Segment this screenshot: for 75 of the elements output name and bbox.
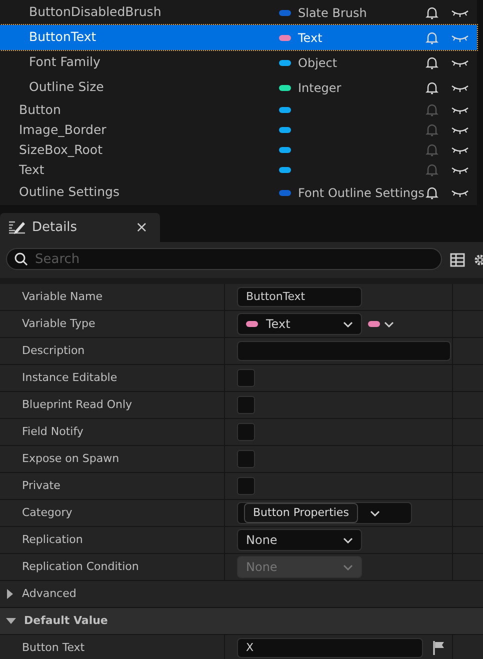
closed-eye-icon[interactable] [451, 145, 469, 155]
dropdown: None [237, 556, 362, 578]
property-label: Blueprint Read Only [0, 392, 225, 418]
checkbox[interactable] [237, 423, 255, 441]
checkbox[interactable] [237, 396, 255, 414]
type-name: Text [298, 30, 322, 46]
variable-name: Outline Size [29, 78, 105, 96]
closed-eye-icon[interactable] [451, 105, 469, 115]
property-label: Expose on Spawn [0, 446, 225, 472]
variable-row[interactable]: SizeBox_Root [0, 140, 477, 160]
property-label: Variable Type [0, 311, 225, 337]
section-title: Advanced [22, 586, 76, 602]
pencil-list-icon [8, 220, 26, 235]
collapsed-arrow-icon [6, 589, 14, 599]
variable-row[interactable]: Outline Size Integer [0, 75, 477, 100]
chevron-icon [384, 320, 394, 328]
tab-title: Details [32, 218, 78, 237]
property-label: Variable Name [0, 284, 225, 310]
text-field[interactable]: X [237, 638, 423, 658]
property-label: Replication Condition [0, 554, 225, 580]
type-name: Font Outline Settings [298, 184, 424, 202]
details-tab[interactable]: Details × [0, 213, 160, 242]
type-name: Slate Brush [298, 4, 367, 22]
section-header[interactable]: Default Value [0, 608, 483, 635]
property-label: Description [0, 338, 225, 364]
text-field[interactable] [237, 341, 451, 361]
variable-name: Image_Border [19, 120, 108, 139]
property-label: Private [0, 473, 225, 499]
variable-row[interactable]: Font Family Object [0, 50, 477, 75]
variable-name: Outline Settings [19, 183, 120, 202]
variable-row[interactable]: Text [0, 160, 477, 180]
chevron-icon [343, 536, 353, 544]
variable-name: ButtonText [29, 28, 98, 46]
property-label: Replication [0, 527, 225, 553]
variable-name: Font Family [29, 53, 102, 72]
container-type-dropdown[interactable] [368, 320, 394, 328]
expanded-arrow-icon [6, 617, 16, 625]
chevron-icon [343, 320, 353, 328]
closed-eye-icon[interactable] [451, 125, 469, 135]
category-field[interactable]: Button Properties [244, 503, 358, 523]
type-name: Integer [298, 80, 342, 96]
chevron-icon [370, 510, 380, 516]
property-label: Button Text [0, 635, 225, 659]
closed-eye-icon[interactable] [451, 8, 469, 18]
type-dropdown[interactable]: Text [237, 313, 362, 335]
search-icon [14, 252, 28, 266]
variable-name: Button [19, 100, 62, 119]
variable-name: ButtonDisabledBrush [29, 3, 162, 22]
variable-row[interactable]: ButtonDisabledBrush Slate Brush [0, 0, 477, 25]
variable-row[interactable]: Button [0, 100, 477, 120]
checkbox[interactable] [237, 450, 255, 468]
variable-name: Text [19, 160, 46, 179]
variable-row[interactable]: Image_Border [0, 120, 477, 140]
section-title: Default Value [24, 612, 108, 629]
property-label: Category [0, 500, 225, 526]
checkbox[interactable] [237, 369, 255, 387]
flag-icon[interactable] [433, 641, 445, 655]
dropdown[interactable]: None [237, 529, 362, 551]
closed-eye-icon[interactable] [451, 82, 469, 92]
section-header[interactable]: Advanced [0, 581, 483, 608]
close-button[interactable]: × [131, 216, 152, 239]
closed-eye-icon[interactable] [451, 188, 469, 198]
property-label: Instance Editable [0, 365, 225, 391]
chevron-icon [343, 564, 353, 570]
closed-eye-icon[interactable] [451, 165, 469, 175]
closed-eye-icon[interactable] [451, 58, 469, 68]
variable-name: SizeBox_Root [19, 140, 104, 159]
text-field[interactable]: ButtonText [237, 287, 362, 307]
type-name: Object [298, 54, 338, 72]
table-icon[interactable] [450, 252, 465, 267]
checkbox[interactable] [237, 477, 255, 495]
search-field[interactable]: Search [6, 248, 442, 270]
variable-row[interactable]: Outline Settings Font Outline Settings [0, 180, 477, 205]
category-dropdown[interactable]: Button Properties [237, 502, 412, 524]
property-label: Field Notify [0, 419, 225, 445]
